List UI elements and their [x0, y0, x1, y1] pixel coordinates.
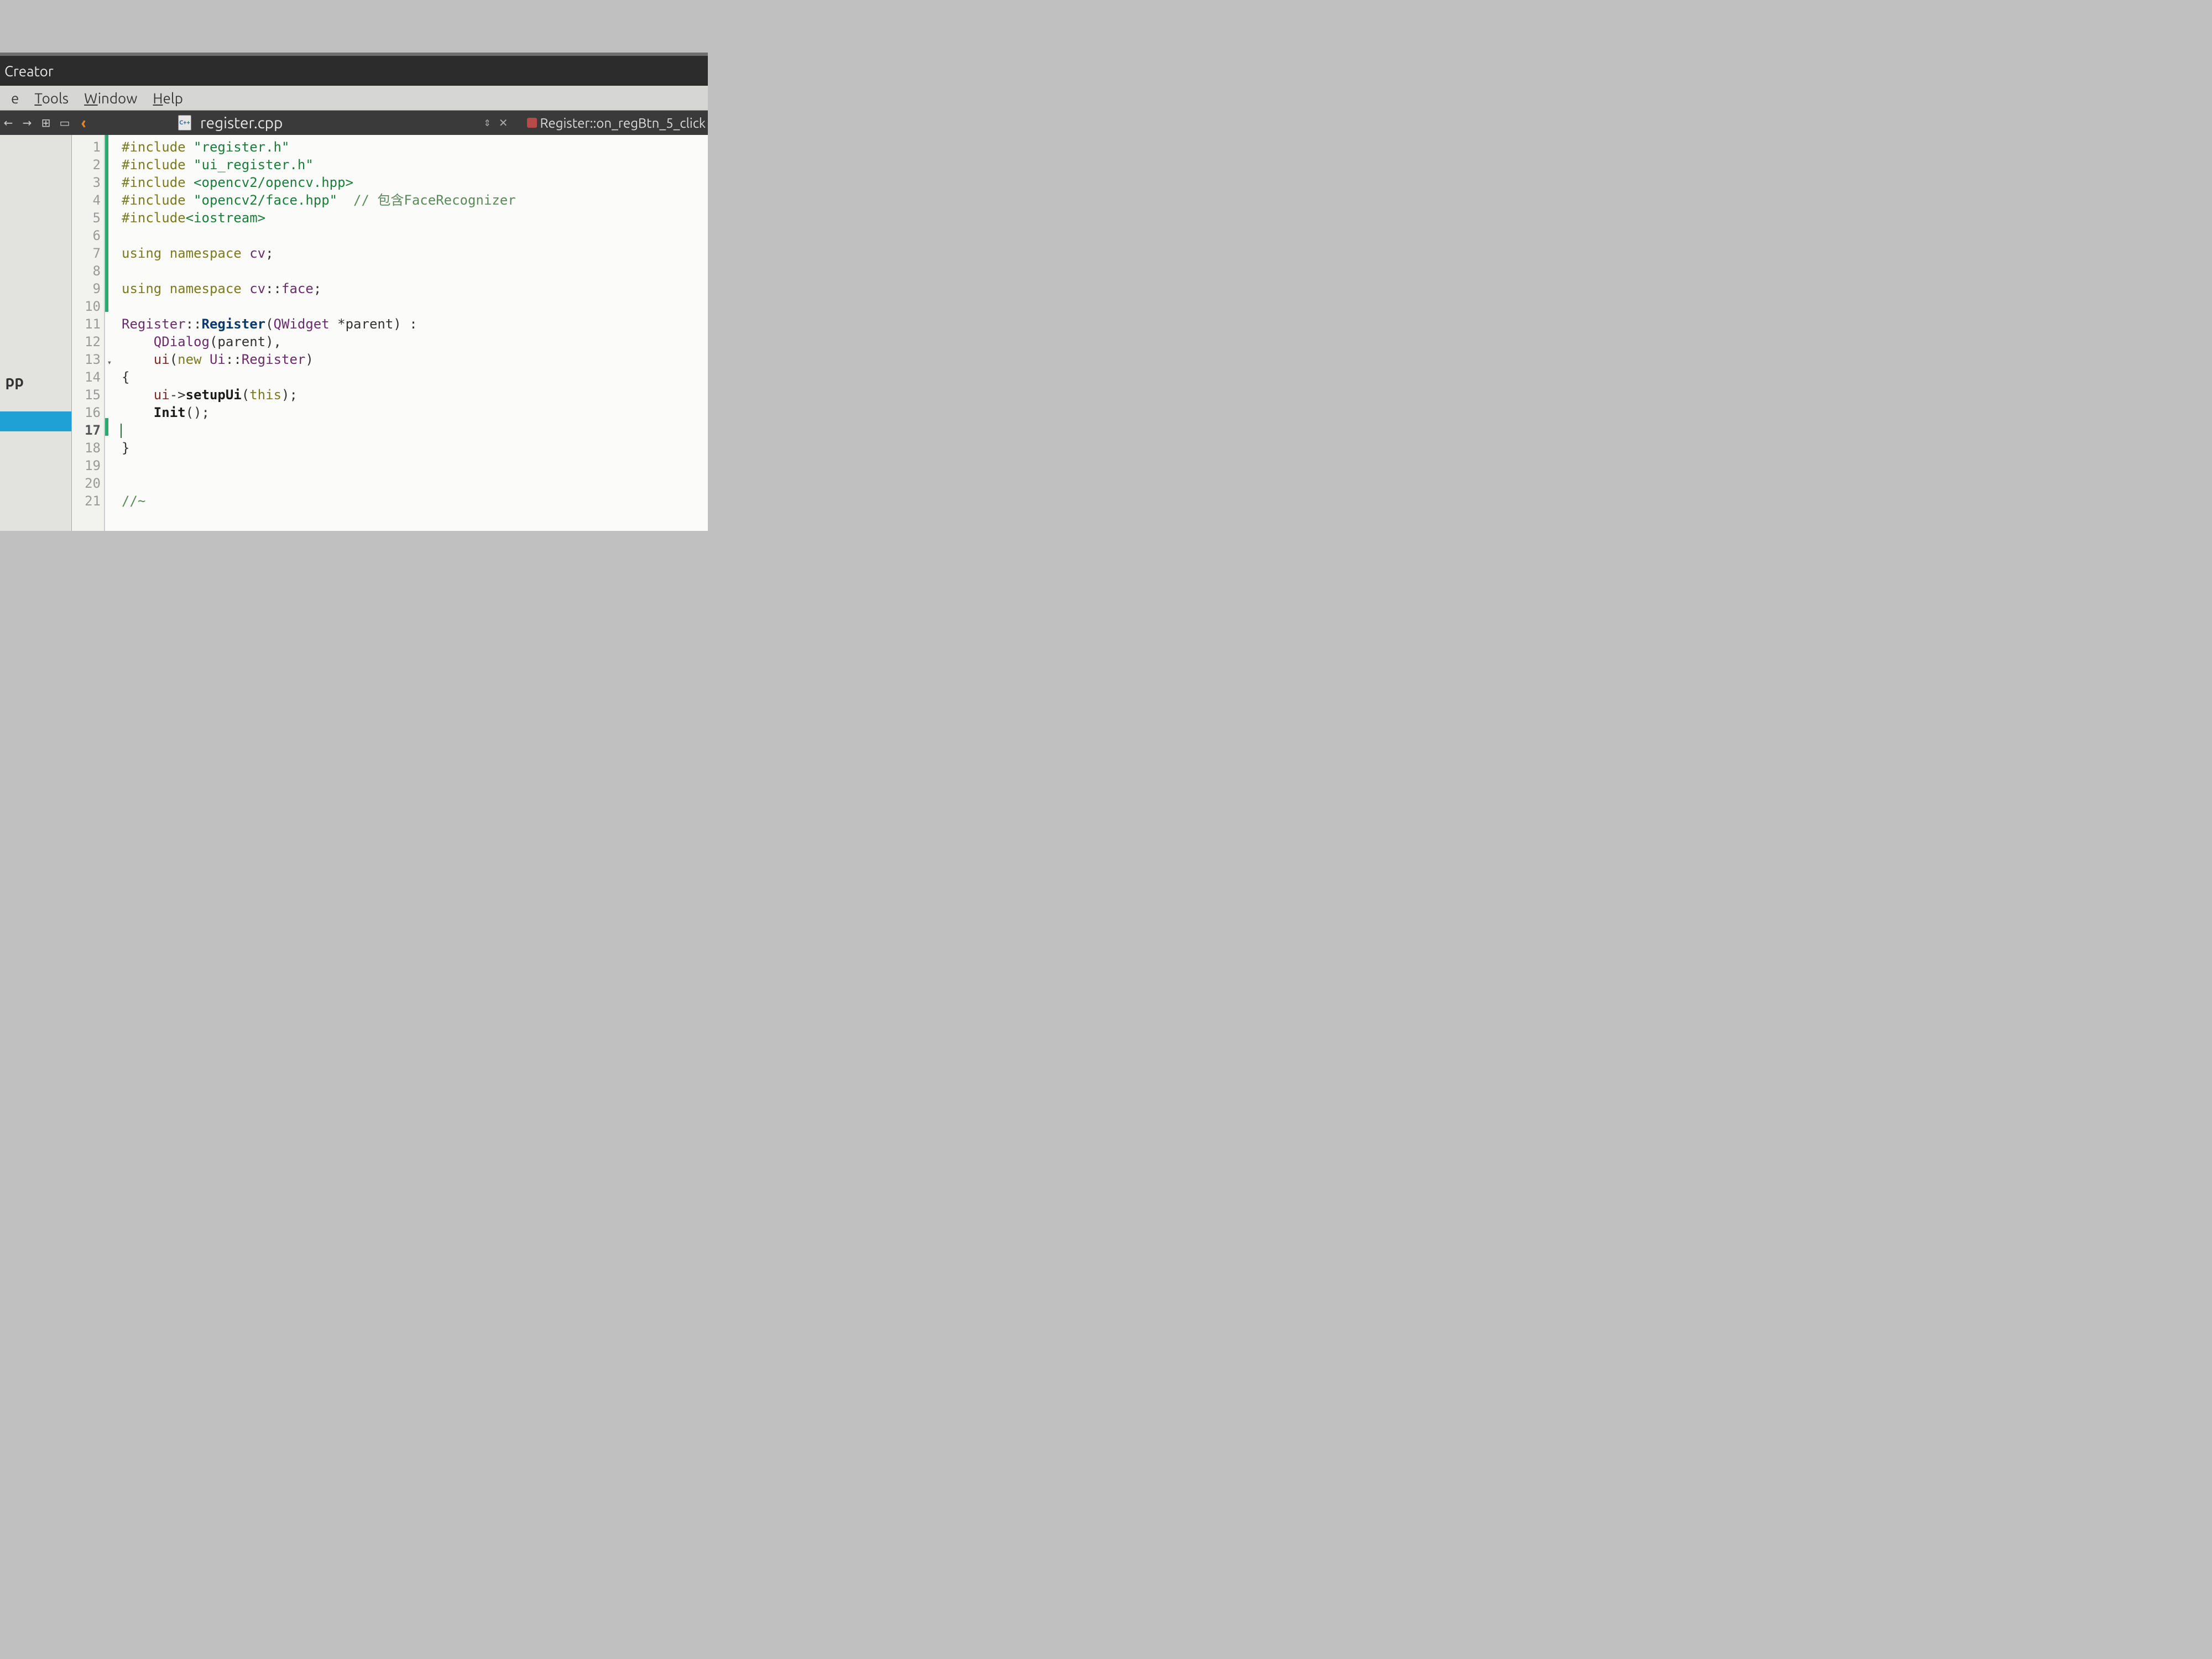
sidebar-selected-item[interactable] — [0, 411, 71, 431]
file-type-icon: C++ — [178, 115, 191, 131]
expand-icon[interactable]: ▭ — [59, 117, 71, 129]
open-file-name[interactable]: register.cpp — [197, 114, 283, 132]
sidebar-file-fragment: pp — [5, 373, 24, 390]
code-content[interactable]: #include "register.h"#include "ui_regist… — [108, 135, 708, 531]
code-editor[interactable]: 12345678910111213▾1415161718192021 #incl… — [72, 135, 708, 531]
menu-item-tools[interactable]: Tools — [27, 88, 76, 108]
line-number-gutter: 12345678910111213▾1415161718192021 — [72, 135, 105, 531]
window-title: Creator — [4, 63, 54, 79]
menu-item-edit-fragment[interactable]: e — [3, 88, 27, 108]
nav-back-icon[interactable]: ← — [2, 117, 14, 129]
menu-item-window[interactable]: Window — [76, 88, 145, 108]
symbol-selector[interactable]: Register::on_regBtn_5_click — [518, 116, 706, 131]
symbol-name: Register::on_regBtn_5_click — [540, 116, 706, 131]
file-switch-icon[interactable]: ⇕ — [483, 118, 488, 128]
chevron-left-icon[interactable]: ‹ — [77, 117, 90, 129]
menubar: e Tools Window Help — [0, 86, 708, 111]
work-area: pp 12345678910111213▾1415161718192021 #i… — [0, 135, 708, 531]
symbol-icon — [527, 118, 537, 128]
project-sidebar[interactable]: pp — [0, 135, 72, 531]
document-bar: ← → ⊞ ▭ ‹ C++ register.cpp ⇕ ✕ Register:… — [0, 111, 708, 135]
split-view-icon[interactable]: ⊞ — [40, 117, 52, 129]
menu-item-help[interactable]: Help — [145, 88, 191, 108]
close-file-icon[interactable]: ✕ — [494, 116, 513, 129]
window-titlebar: Creator — [0, 53, 708, 86]
nav-forward-icon[interactable]: → — [21, 117, 33, 129]
